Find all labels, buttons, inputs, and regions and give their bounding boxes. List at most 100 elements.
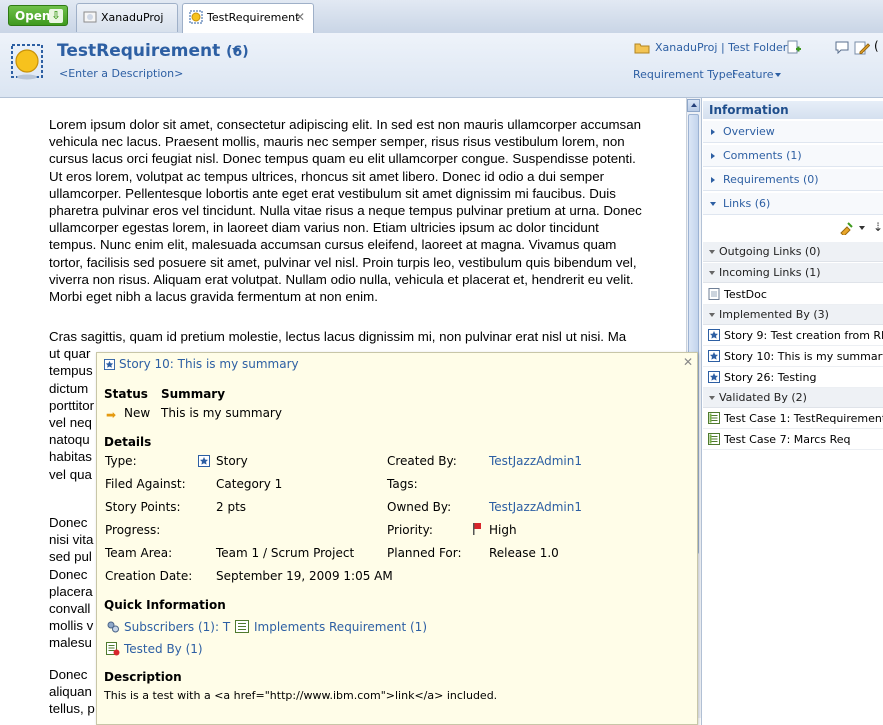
section-comments[interactable]: Comments (1) bbox=[703, 145, 883, 167]
section-requirements[interactable]: Requirements (0) bbox=[703, 169, 883, 191]
document-icon bbox=[708, 288, 720, 300]
requirement-icon bbox=[11, 44, 43, 80]
quick-info-heading: Quick Information bbox=[104, 598, 226, 612]
information-header: Information bbox=[703, 101, 883, 119]
chevron-down-icon bbox=[709, 271, 715, 275]
requirement-icon bbox=[189, 10, 203, 24]
link-item-label: TestDoc bbox=[724, 288, 767, 301]
chevron-right-icon bbox=[711, 177, 715, 183]
arrow-right-icon: ➡ bbox=[106, 408, 117, 422]
chevron-down-icon bbox=[709, 313, 715, 317]
created-by-link[interactable]: TestJazzAdmin1 bbox=[489, 454, 582, 468]
chevron-down-icon bbox=[709, 396, 715, 400]
section-overview[interactable]: Overview bbox=[703, 121, 883, 143]
filed-against-label: Filed Against: bbox=[105, 477, 186, 491]
story-icon bbox=[708, 350, 720, 362]
project-icon bbox=[83, 11, 97, 23]
sub-header-label: Implemented By (3) bbox=[719, 308, 829, 321]
edit-icon[interactable] bbox=[854, 40, 870, 56]
owned-by-link[interactable]: TestJazzAdmin1 bbox=[489, 500, 582, 514]
sub-header-label: Validated By (2) bbox=[719, 391, 807, 404]
section-label: Links (6) bbox=[723, 197, 771, 210]
link-item-label: Test Case 1: TestRequirement bbox=[724, 412, 883, 425]
creation-date-label: Creation Date: bbox=[105, 569, 193, 583]
created-by-label: Created By: bbox=[387, 454, 457, 468]
details-heading: Details bbox=[104, 435, 152, 449]
link-item[interactable]: Story 10: This is my summary bbox=[703, 346, 883, 367]
arrow-down-icon: ⇩ bbox=[49, 9, 63, 23]
section-label: Comments (1) bbox=[723, 149, 802, 162]
incoming-links-header[interactable]: Incoming Links (1) bbox=[703, 263, 883, 283]
toolbar-overflow: ( bbox=[874, 39, 879, 53]
link-item-label: Test Case 7: Marcs Req bbox=[724, 433, 851, 446]
outgoing-links-header[interactable]: Outgoing Links (0) bbox=[703, 242, 883, 262]
subscribers-icon bbox=[107, 621, 119, 633]
chevron-down-icon[interactable] bbox=[775, 73, 781, 77]
story-icon bbox=[104, 359, 115, 370]
add-link-icon[interactable] bbox=[786, 40, 802, 56]
section-label: Requirements (0) bbox=[723, 173, 819, 186]
link-item[interactable]: Test Case 1: TestRequirement bbox=[703, 408, 883, 429]
section-links[interactable]: Links (6) bbox=[703, 193, 883, 215]
tested-by-link[interactable]: Tested By (1) bbox=[124, 642, 203, 656]
links-toolbar: ⇣ bbox=[703, 216, 883, 240]
tab-label: XanaduProj bbox=[101, 11, 164, 24]
summary-label: Summary bbox=[161, 387, 226, 401]
implements-requirement-icon bbox=[235, 620, 249, 633]
tags-label: Tags: bbox=[387, 477, 418, 491]
tab-xanaduproj[interactable]: XanaduProj bbox=[76, 3, 178, 32]
link-item[interactable]: Story 9: Test creation from RRC bbox=[703, 325, 883, 346]
chevron-right-icon bbox=[711, 129, 715, 135]
tested-by-icon bbox=[106, 642, 120, 656]
filed-against-value: Category 1 bbox=[216, 477, 283, 491]
implements-requirement-link[interactable]: Implements Requirement (1) bbox=[254, 620, 427, 634]
progress-label: Progress: bbox=[105, 523, 161, 537]
open-button-label: Open bbox=[15, 9, 51, 23]
status-label: Status bbox=[104, 387, 148, 401]
link-item[interactable]: Test Case 7: Marcs Req bbox=[703, 429, 883, 450]
description-value: This is a test with a <a href="http://ww… bbox=[104, 689, 498, 702]
close-icon[interactable]: ✕ bbox=[683, 355, 693, 369]
scroll-up-icon[interactable] bbox=[687, 99, 700, 112]
priority-flag-icon bbox=[473, 523, 481, 535]
sub-header-label: Outgoing Links (0) bbox=[719, 245, 821, 258]
story-points-label: Story Points: bbox=[105, 500, 181, 514]
comment-icon[interactable] bbox=[834, 40, 850, 54]
link-item-label: Story 26: Testing bbox=[724, 371, 817, 384]
description-link[interactable]: <Enter a Description> bbox=[59, 67, 183, 80]
link-item[interactable]: Story 26: Testing bbox=[703, 367, 883, 388]
validated-by-header[interactable]: Validated By (2) bbox=[703, 388, 883, 408]
subscribers-link[interactable]: Subscribers (1): T bbox=[124, 620, 230, 634]
page-title: TestRequirement (6) bbox=[57, 41, 249, 61]
chevron-down-icon bbox=[709, 250, 715, 254]
editor-paragraph[interactable]: Lorem ipsum dolor sit amet, consectetur … bbox=[49, 116, 649, 305]
planned-for-label: Planned For: bbox=[387, 546, 462, 560]
owned-by-label: Owned By: bbox=[387, 500, 452, 514]
link-item-label: Story 10: This is my summary bbox=[724, 350, 883, 363]
tab-testrequirement[interactable]: TestRequirement ✕ bbox=[182, 3, 314, 33]
link-item-label: Story 9: Test creation from RRC bbox=[724, 329, 883, 342]
test-case-icon bbox=[708, 433, 720, 445]
test-case-icon bbox=[708, 412, 720, 424]
requirement-type-dropdown[interactable]: Feature bbox=[732, 68, 774, 81]
sort-icon[interactable]: ⇣ bbox=[873, 220, 883, 234]
status-value: New bbox=[124, 406, 151, 420]
close-icon[interactable]: ✕ bbox=[295, 4, 305, 31]
story-points-value: 2 pts bbox=[216, 500, 247, 514]
description-heading: Description bbox=[104, 670, 182, 684]
folder-icon bbox=[634, 43, 650, 54]
add-link-icon[interactable] bbox=[839, 221, 855, 235]
link-item[interactable]: TestDoc bbox=[703, 284, 883, 305]
chevron-right-icon bbox=[711, 153, 715, 159]
tab-label: TestRequirement bbox=[207, 11, 300, 24]
implemented-by-header[interactable]: Implemented By (3) bbox=[703, 305, 883, 325]
open-button[interactable]: Open ⇩ bbox=[8, 5, 68, 26]
story-icon bbox=[708, 329, 720, 341]
title-text: TestRequirement bbox=[57, 41, 221, 61]
team-area-label: Team Area: bbox=[105, 546, 173, 560]
popup-title-link[interactable]: Story 10: This is my summary bbox=[119, 357, 299, 371]
chevron-down-icon[interactable] bbox=[232, 48, 240, 53]
chevron-down-icon[interactable] bbox=[859, 226, 865, 230]
folder-path-link[interactable]: XanaduProj | Test Folder bbox=[655, 41, 787, 54]
chevron-down-icon bbox=[710, 202, 716, 206]
